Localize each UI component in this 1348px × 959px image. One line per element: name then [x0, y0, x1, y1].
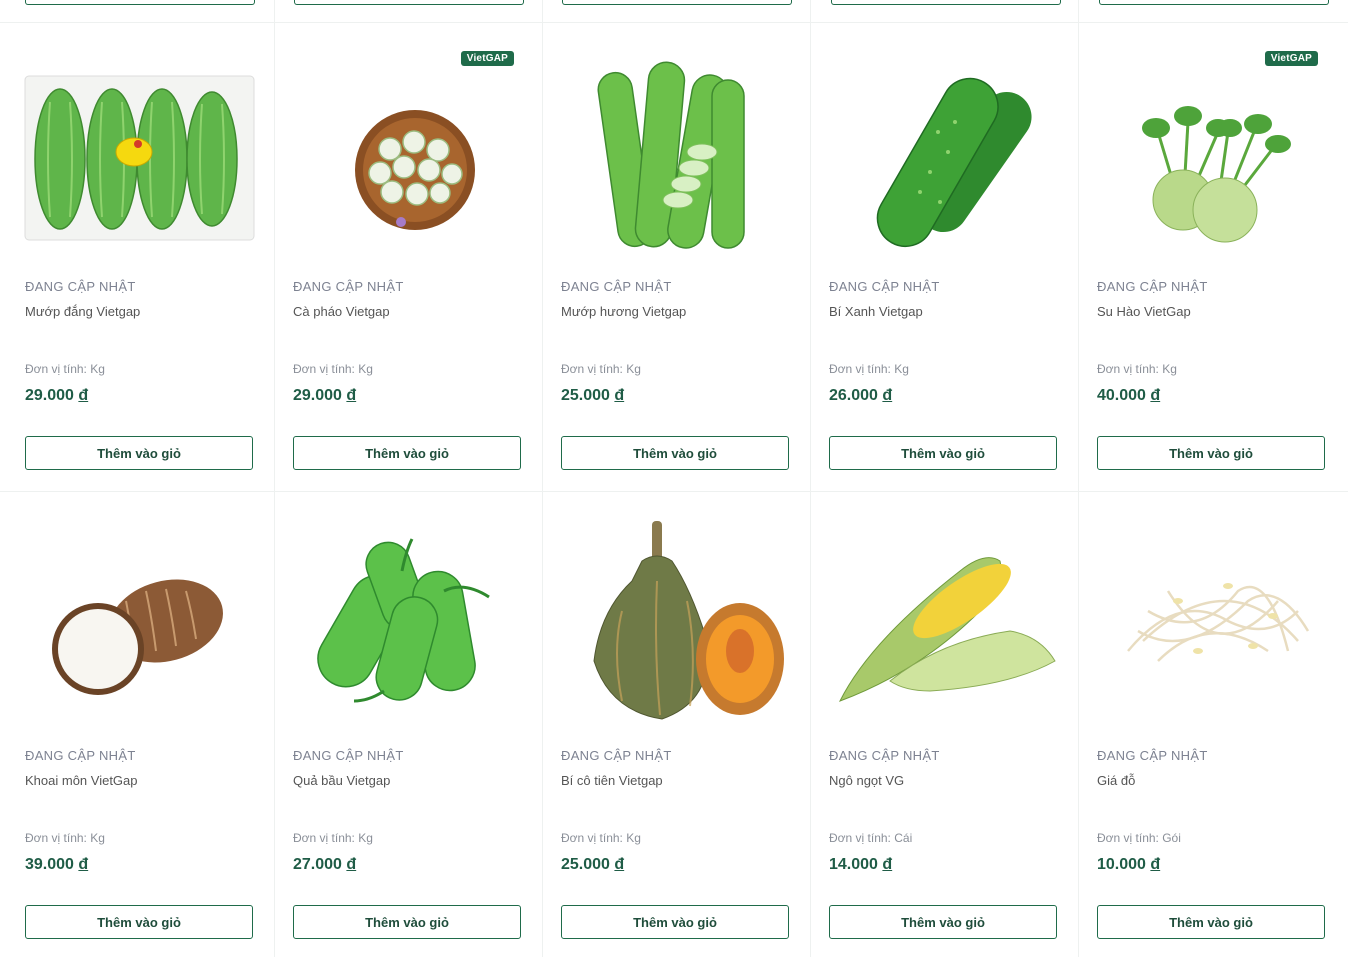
- add-to-cart-button[interactable]: Thêm vào giỏ: [1097, 905, 1325, 939]
- currency-symbol: đ: [1150, 856, 1161, 873]
- price-value: 25.000: [561, 387, 610, 404]
- product-card[interactable]: ĐANG CẬP NHẬT Mướp hương Vietgap Đơn vị …: [542, 22, 810, 490]
- add-to-cart-button[interactable]: Thêm vào giỏ: [561, 905, 789, 939]
- add-to-cart-button[interactable]: Thêm vào giỏ: [1097, 436, 1325, 470]
- add-to-cart-button[interactable]: Thêm vào giỏ: [293, 905, 521, 939]
- currency-symbol: đ: [78, 856, 89, 873]
- price-value: 29.000: [293, 387, 342, 404]
- add-to-cart-button[interactable]: Thêm vào giỏ: [25, 905, 253, 939]
- product-name[interactable]: Giá đỗ: [1097, 773, 1135, 788]
- currency-symbol: đ: [78, 387, 89, 404]
- taro-image[interactable]: [6, 501, 274, 731]
- price-value: 40.000: [1097, 387, 1146, 404]
- product-status: ĐANG CẬP NHẬT: [829, 748, 940, 763]
- product-unit: Đơn vị tính: Kg: [293, 831, 373, 845]
- product-name[interactable]: Khoai môn VietGap: [25, 773, 138, 788]
- previous-add-to-cart-button[interactable]: [294, 0, 524, 5]
- luffa-image[interactable]: [542, 32, 810, 262]
- product-name[interactable]: Quả bầu Vietgap: [293, 773, 390, 788]
- product-name[interactable]: Bí cô tiên Vietgap: [561, 773, 663, 788]
- product-price: 25.000 đ: [561, 856, 624, 874]
- product-status: ĐANG CẬP NHẬT: [561, 279, 672, 294]
- winter-melon-image[interactable]: [810, 32, 1078, 262]
- price-value: 25.000: [561, 856, 610, 873]
- product-card[interactable]: ĐANG CẬP NHẬT Mướp đắng Vietgap Đơn vị t…: [6, 22, 274, 490]
- price-value: 39.000: [25, 856, 74, 873]
- product-price: 29.000 đ: [25, 387, 88, 405]
- product-price: 29.000 đ: [293, 387, 356, 405]
- product-status: ĐANG CẬP NHẬT: [25, 748, 136, 763]
- add-to-cart-button[interactable]: Thêm vào giỏ: [829, 905, 1057, 939]
- currency-symbol: đ: [614, 387, 625, 404]
- price-value: 14.000: [829, 856, 878, 873]
- product-price: 14.000 đ: [829, 856, 892, 874]
- currency-symbol: đ: [346, 387, 357, 404]
- product-price: 40.000 đ: [1097, 387, 1160, 405]
- add-to-cart-button[interactable]: Thêm vào giỏ: [561, 436, 789, 470]
- product-name[interactable]: Su Hào VietGap: [1097, 304, 1191, 319]
- add-to-cart-button[interactable]: Thêm vào giỏ: [293, 436, 521, 470]
- product-name[interactable]: Bí Xanh Vietgap: [829, 304, 923, 319]
- currency-symbol: đ: [882, 856, 893, 873]
- add-to-cart-button[interactable]: Thêm vào giỏ: [829, 436, 1057, 470]
- product-card[interactable]: ĐANG CẬP NHẬT Quả bầu Vietgap Đơn vị tín…: [274, 491, 542, 959]
- product-status: ĐANG CẬP NHẬT: [829, 279, 940, 294]
- currency-symbol: đ: [346, 856, 357, 873]
- product-name[interactable]: Ngô ngọt VG: [829, 773, 904, 788]
- currency-symbol: đ: [1150, 387, 1161, 404]
- product-status: ĐANG CẬP NHẬT: [561, 748, 672, 763]
- product-card[interactable]: VietGAP ĐANG CẬP NHẬT Cà pháo Vietgap Đơ…: [274, 22, 542, 490]
- product-price: 26.000 đ: [829, 387, 892, 405]
- product-card[interactable]: ĐANG CẬP NHẬT Bí Xanh Vietgap Đơn vị tín…: [810, 22, 1078, 490]
- previous-add-to-cart-button[interactable]: [831, 0, 1061, 5]
- product-status: ĐANG CẬP NHẬT: [25, 279, 136, 294]
- product-price: 27.000 đ: [293, 856, 356, 874]
- product-unit: Đơn vị tính: Kg: [293, 362, 373, 376]
- product-status: ĐANG CẬP NHẬT: [293, 748, 404, 763]
- product-unit: Đơn vị tính: Kg: [561, 831, 641, 845]
- previous-row-strip: [0, 0, 1348, 22]
- currency-symbol: đ: [882, 387, 893, 404]
- product-card[interactable]: ĐANG CẬP NHẬT Giá đỗ Đơn vị tính: Gói 10…: [1078, 491, 1346, 959]
- previous-add-to-cart-button[interactable]: [25, 0, 255, 5]
- product-unit: Đơn vị tính: Cái: [829, 831, 913, 845]
- product-unit: Đơn vị tính: Gói: [1097, 831, 1181, 845]
- corn-image[interactable]: [810, 501, 1078, 731]
- bean-sprouts-image[interactable]: [1078, 501, 1346, 731]
- price-value: 27.000: [293, 856, 342, 873]
- product-name[interactable]: Cà pháo Vietgap: [293, 304, 390, 319]
- product-card[interactable]: VietGAP ĐANG CẬP NHẬT Su Hào VietGap Đơn…: [1078, 22, 1346, 490]
- product-card[interactable]: ĐANG CẬP NHẬT Bí cô tiên Vietgap Đơn vị …: [542, 491, 810, 959]
- kohlrabi-image[interactable]: [1078, 32, 1346, 262]
- product-price: 25.000 đ: [561, 387, 624, 405]
- product-name[interactable]: Mướp hương Vietgap: [561, 304, 686, 319]
- product-unit: Đơn vị tính: Kg: [561, 362, 641, 376]
- pumpkin-image[interactable]: [542, 501, 810, 731]
- previous-add-to-cart-button[interactable]: [1099, 0, 1329, 5]
- product-unit: Đơn vị tính: Kg: [1097, 362, 1177, 376]
- product-status: ĐANG CẬP NHẬT: [293, 279, 404, 294]
- product-unit: Đơn vị tính: Kg: [25, 362, 105, 376]
- product-unit: Đơn vị tính: Kg: [829, 362, 909, 376]
- price-value: 10.000: [1097, 856, 1146, 873]
- product-price: 39.000 đ: [25, 856, 88, 874]
- product-status: ĐANG CẬP NHẬT: [1097, 279, 1208, 294]
- eggplant-basket-image[interactable]: [274, 32, 542, 262]
- product-grid: ĐANG CẬP NHẬT Mướp đắng Vietgap Đơn vị t…: [6, 22, 1346, 957]
- product-unit: Đơn vị tính: Kg: [25, 831, 105, 845]
- product-card[interactable]: ĐANG CẬP NHẬT Khoai môn VietGap Đơn vị t…: [6, 491, 274, 959]
- product-price: 10.000 đ: [1097, 856, 1160, 874]
- bitter-melon-image[interactable]: [6, 32, 274, 262]
- add-to-cart-button[interactable]: Thêm vào giỏ: [25, 436, 253, 470]
- product-card[interactable]: ĐANG CẬP NHẬT Ngô ngọt VG Đơn vị tính: C…: [810, 491, 1078, 959]
- currency-symbol: đ: [614, 856, 625, 873]
- price-value: 29.000: [25, 387, 74, 404]
- price-value: 26.000: [829, 387, 878, 404]
- previous-add-to-cart-button[interactable]: [562, 0, 792, 5]
- bottle-gourd-image[interactable]: [274, 501, 542, 731]
- product-name[interactable]: Mướp đắng Vietgap: [25, 304, 140, 319]
- product-status: ĐANG CẬP NHẬT: [1097, 748, 1208, 763]
